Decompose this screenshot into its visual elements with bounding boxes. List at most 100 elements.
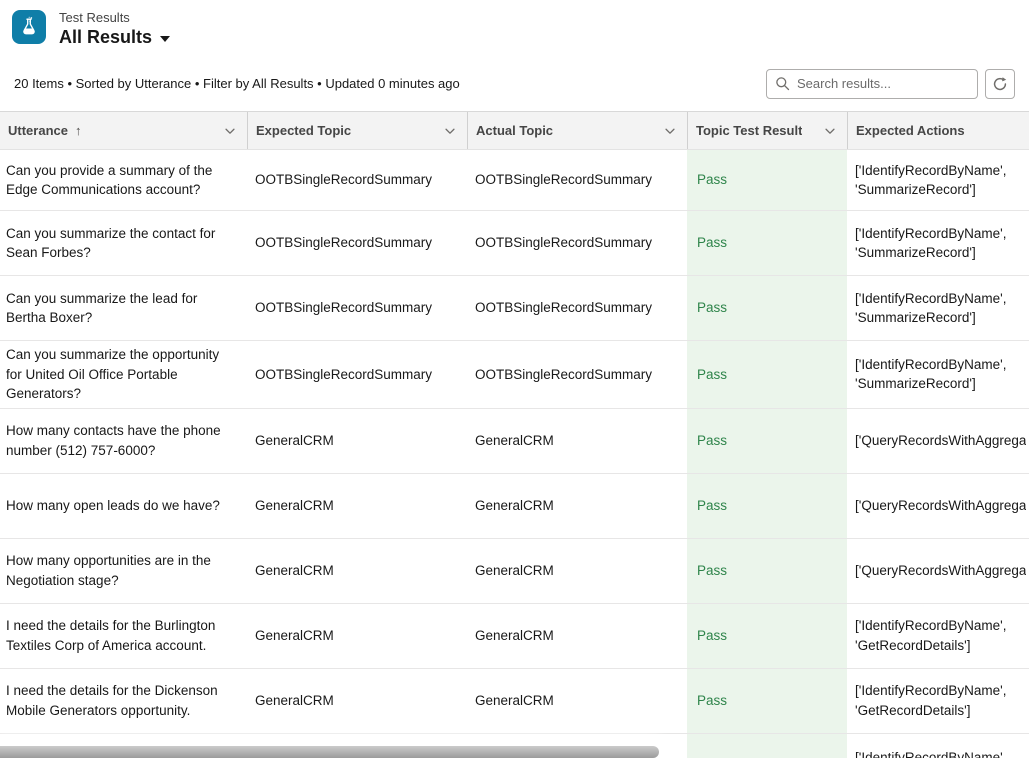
pass-badge-text: Pass bbox=[697, 626, 727, 646]
cell-text: ['IdentifyRecordByName', bbox=[855, 748, 1006, 758]
table-row: Can you summarize the contact for Sean F… bbox=[0, 211, 1029, 276]
cell-text: I need the details for the Burlington Te… bbox=[6, 616, 224, 655]
actual-topic-cell: GeneralCRM bbox=[467, 604, 687, 668]
cell-text: How many open leads do we have? bbox=[6, 496, 220, 516]
cell-text: GeneralCRM bbox=[475, 431, 554, 451]
expected-topic-cell: OOTBSingleRecordSummary bbox=[247, 150, 467, 210]
object-titles: Test Results All Results bbox=[59, 10, 170, 47]
column-header-expected-topic[interactable]: Expected Topic bbox=[247, 112, 467, 149]
topic-test-result-cell: Pass bbox=[687, 604, 847, 668]
cell-text: OOTBSingleRecordSummary bbox=[255, 298, 432, 318]
table-row: How many open leads do we have? GeneralCR… bbox=[0, 474, 1029, 539]
expected-actions-cell: ['IdentifyRecordByName', bbox=[847, 734, 1029, 758]
actual-topic-cell: GeneralCRM bbox=[467, 539, 687, 603]
topic-test-result-cell: Pass bbox=[687, 276, 847, 340]
expected-topic-cell: OOTBSingleRecordSummary bbox=[247, 211, 467, 275]
table-row: I need the details for the Dickenson Mob… bbox=[0, 669, 1029, 734]
cell-text: GeneralCRM bbox=[255, 496, 334, 516]
pass-badge-text: Pass bbox=[697, 431, 727, 451]
topic-test-result-cell: Pass bbox=[687, 669, 847, 733]
flask-icon bbox=[12, 10, 46, 44]
chevron-down-icon[interactable] bbox=[223, 124, 237, 138]
cell-text: GeneralCRM bbox=[255, 626, 334, 646]
cell-text: GeneralCRM bbox=[255, 561, 334, 581]
cell-text: GeneralCRM bbox=[475, 691, 554, 711]
cell-text: ['IdentifyRecordByName', 'SummarizeRecor… bbox=[855, 355, 1029, 394]
actual-topic-cell: GeneralCRM bbox=[467, 474, 687, 538]
chevron-down-icon[interactable] bbox=[823, 124, 837, 138]
expected-topic-cell: GeneralCRM bbox=[247, 604, 467, 668]
expected-topic-cell: GeneralCRM bbox=[247, 539, 467, 603]
column-label: Actual Topic bbox=[476, 123, 553, 138]
table-header: Utterance ↑ Expected Topic Actual Topic Topi… bbox=[0, 111, 1029, 150]
cell-text: GeneralCRM bbox=[475, 626, 554, 646]
cell-text: ['IdentifyRecordByName', 'SummarizeRecor… bbox=[855, 289, 1029, 328]
refresh-icon bbox=[992, 76, 1008, 92]
cell-text: OOTBSingleRecordSummary bbox=[475, 298, 652, 318]
cell-text: How many opportunities are in the Negoti… bbox=[6, 551, 224, 590]
table-row: I need the details for the Burlington Te… bbox=[0, 604, 1029, 669]
topic-test-result-cell: Pass bbox=[687, 409, 847, 473]
pass-badge-text: Pass bbox=[697, 365, 727, 385]
utterance-cell: I need the details for the Dickenson Mob… bbox=[0, 669, 247, 733]
cell-text: GeneralCRM bbox=[475, 561, 554, 581]
column-header-utterance[interactable]: Utterance ↑ bbox=[0, 112, 247, 149]
utterance-cell: How many contacts have the phone number … bbox=[0, 409, 247, 473]
topic-test-result-cell: Pass bbox=[687, 341, 847, 408]
utterance-cell: How many open leads do we have? bbox=[0, 474, 247, 538]
caret-down-icon bbox=[160, 36, 170, 42]
expected-actions-cell: ['QueryRecordsWithAggrega bbox=[847, 539, 1029, 603]
list-view-selector[interactable]: All Results bbox=[59, 27, 170, 47]
actual-topic-cell: GeneralCRM bbox=[467, 669, 687, 733]
refresh-button[interactable] bbox=[985, 69, 1015, 99]
search-input[interactable] bbox=[797, 76, 969, 91]
expected-actions-cell: ['IdentifyRecordByName', 'SummarizeRecor… bbox=[847, 211, 1029, 275]
pass-badge-text: Pass bbox=[697, 691, 727, 711]
cell-text: ['IdentifyRecordByName', 'GetRecordDetai… bbox=[855, 616, 1029, 655]
cell-text: ['IdentifyRecordByName', 'SummarizeRecor… bbox=[855, 224, 1029, 263]
cell-text: GeneralCRM bbox=[255, 431, 334, 451]
expected-actions-cell: ['IdentifyRecordByName', 'SummarizeRecor… bbox=[847, 276, 1029, 340]
chevron-down-icon[interactable] bbox=[663, 124, 677, 138]
cell-text: ['QueryRecordsWithAggrega bbox=[855, 561, 1026, 581]
actual-topic-cell: OOTBSingleRecordSummary bbox=[467, 341, 687, 408]
topic-test-result-cell: Pass bbox=[687, 474, 847, 538]
actual-topic-cell: OOTBSingleRecordSummary bbox=[467, 276, 687, 340]
topic-test-result-cell bbox=[687, 734, 847, 758]
horizontal-scrollbar-thumb[interactable] bbox=[0, 746, 659, 758]
topic-test-result-cell: Pass bbox=[687, 539, 847, 603]
pass-badge-text: Pass bbox=[697, 496, 727, 516]
utterance-cell: Can you provide a summary of the Edge Co… bbox=[0, 150, 247, 210]
cell-text: OOTBSingleRecordSummary bbox=[475, 170, 652, 190]
expected-topic-cell: OOTBSingleRecordSummary bbox=[247, 276, 467, 340]
column-label: Expected Actions bbox=[856, 123, 965, 138]
cell-text: OOTBSingleRecordSummary bbox=[475, 365, 652, 385]
pass-badge-text: Pass bbox=[697, 561, 727, 581]
list-toolbar: 20 Items • Sorted by Utterance • Filter … bbox=[0, 56, 1029, 111]
pass-badge-text: Pass bbox=[697, 233, 727, 253]
table-row: Can you provide a summary of the Edge Co… bbox=[0, 150, 1029, 211]
search-icon bbox=[775, 76, 790, 91]
table-row: Can you summarize the lead for Bertha Bo… bbox=[0, 276, 1029, 341]
table-body: Can you provide a summary of the Edge Co… bbox=[0, 150, 1029, 758]
cell-text: OOTBSingleRecordSummary bbox=[255, 365, 432, 385]
cell-text: OOTBSingleRecordSummary bbox=[255, 170, 432, 190]
cell-text: Can you provide a summary of the Edge Co… bbox=[6, 161, 224, 200]
chevron-down-icon[interactable] bbox=[443, 124, 457, 138]
object-label: Test Results bbox=[59, 10, 170, 26]
cell-text: GeneralCRM bbox=[475, 496, 554, 516]
cell-text: Can you summarize the opportunity for Un… bbox=[6, 345, 224, 404]
column-label: Utterance bbox=[8, 123, 68, 138]
table-row: How many contacts have the phone number … bbox=[0, 409, 1029, 474]
column-header-actual-topic[interactable]: Actual Topic bbox=[467, 112, 687, 149]
expected-actions-cell: ['QueryRecordsWithAggrega bbox=[847, 409, 1029, 473]
column-header-expected-actions[interactable]: Expected Actions bbox=[847, 112, 1029, 149]
list-summary: 20 Items • Sorted by Utterance • Filter … bbox=[14, 76, 460, 91]
expected-topic-cell: OOTBSingleRecordSummary bbox=[247, 341, 467, 408]
cell-text: How many contacts have the phone number … bbox=[6, 421, 224, 460]
cell-text: Can you summarize the lead for Bertha Bo… bbox=[6, 289, 224, 328]
sort-ascending-icon: ↑ bbox=[75, 123, 82, 138]
column-header-topic-test-result[interactable]: Topic Test Result bbox=[687, 112, 847, 149]
test-results-page: Test Results All Results 20 Items • Sort… bbox=[0, 0, 1029, 758]
cell-text: GeneralCRM bbox=[255, 691, 334, 711]
